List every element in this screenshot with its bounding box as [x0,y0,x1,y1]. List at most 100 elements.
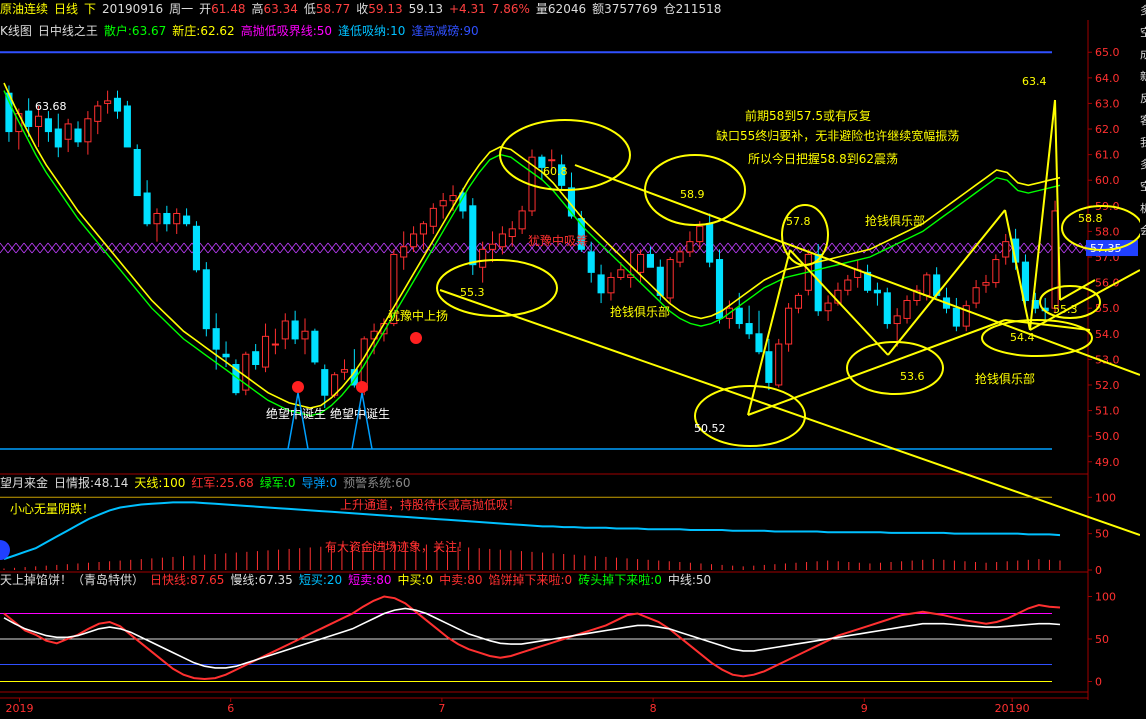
trend-arrow-line [747,249,791,416]
candle-body [74,128,82,143]
annotation-ellipse [694,385,806,447]
chart-note: 抢钱俱乐部 [865,213,925,228]
price-tick-label: 58.0 [1095,225,1120,238]
sub1-tick-label: 100 [1095,491,1116,504]
chart-note: 所以今日把握58.8到62震荡 [748,151,898,166]
candle-body [311,330,319,363]
chart-canvas[interactable]: 49.050.051.052.053.054.055.056.057.058.0… [0,0,1140,719]
side-char: 多 [1140,4,1146,17]
sub2-fast-line [3,595,1061,681]
time-axis-label: 8 [650,702,657,715]
candle-body [271,343,279,346]
side-char: 空 [1140,26,1146,39]
candle-body [794,294,803,309]
candle-body [775,343,783,386]
annotation-ellipse [846,341,944,395]
price-annotation: 58.8 [1078,212,1103,225]
price-annotation: 53.6 [900,370,925,383]
candle-body [666,259,674,299]
sub1-message: 小心无量阴跌！ [10,501,94,516]
candle-body [824,302,832,312]
sub1-tick-label: 50 [1095,528,1109,541]
price-tick-label: 52.0 [1095,379,1120,392]
candle-body [637,253,645,273]
price-tick-label: 60.0 [1095,174,1120,187]
sub1-message: 有大资金进场迹象，关注！ [325,539,469,554]
candle-body [735,307,743,325]
candle-body [429,207,437,227]
signal-dot [410,332,422,344]
candle-body [419,223,427,235]
candle-body [518,210,526,230]
price-tick-label: 54.0 [1095,328,1120,341]
candle-body [548,159,556,162]
candle-body [1002,241,1010,258]
candle-body [340,369,349,373]
price-annotation: 63.68 [35,100,67,113]
candle-body [844,279,852,291]
price-tick-label: 65.0 [1095,46,1120,59]
candle-body [873,289,881,294]
candle-body [696,225,704,243]
candle-body [508,228,516,238]
sub2-tick-label: 0 [1095,676,1102,689]
price-tick-label: 49.0 [1095,456,1120,469]
price-annotation: 63.4 [1022,75,1047,88]
candle-body [715,259,724,319]
candle-body [94,105,102,122]
candle-body [587,251,595,273]
chart-note: 犹豫中吸筹 [528,233,588,248]
candle-body [212,328,220,350]
candle-body [893,315,901,325]
candle-body [607,276,615,294]
candle-body [222,353,230,358]
time-axis-label: 2019 [5,702,33,715]
sub1-message: 上升通道，持股待长或高抛低吸！ [340,497,520,512]
candle-body [706,223,714,263]
candle-body [952,307,960,327]
side-char: 客 [1140,114,1146,127]
sub2-slow-line [3,607,1061,669]
candle-body [469,205,477,266]
price-annotation: 54.4 [1010,331,1035,344]
side-char: 机 [1140,202,1146,215]
chart-note: 犹豫中上扬 [388,308,448,323]
side-char: 空 [1140,180,1146,193]
candle-body [163,212,171,225]
time-axis-label: 7 [438,702,445,715]
chart-note: 缺口55终归要补，无非避险也许继续宽幅振荡 [716,128,959,143]
annotation-ellipse [436,259,558,317]
candle-body [291,320,299,340]
price-annotation: 55.3 [1053,303,1078,316]
candle-body [972,287,980,304]
candle-body [617,269,625,278]
side-char: 多 [1140,158,1146,171]
candle-body [153,212,161,225]
candle-body [755,333,763,353]
price-tick-label: 63.0 [1095,97,1120,110]
side-info-strip: 多空成新反客我多空机会 [1140,0,1146,719]
candle-body [202,269,210,330]
chart-note: 抢钱俱乐部 [975,371,1035,386]
candle-body [597,274,605,294]
price-annotation: 50.52 [694,422,726,435]
candle-body [252,351,260,366]
candle-body [123,105,131,148]
side-char: 成 [1140,48,1146,61]
side-char: 会 [1140,224,1146,237]
candle-body [321,369,329,396]
candle-body [479,248,487,268]
side-char: 我 [1140,136,1146,149]
price-annotation: 57.8 [786,215,811,228]
candle-body [646,253,654,268]
candle-body [883,292,891,325]
price-annotation: 60.8 [543,165,568,178]
sub2-tick-label: 50 [1095,633,1109,646]
candle-body [173,212,181,225]
time-axis-label: 9 [861,702,868,715]
price-tick-label: 64.0 [1095,72,1120,85]
side-char: 新 [1140,70,1146,83]
trend-arrow-line [1029,269,1140,331]
signal-dot [356,381,368,393]
price-tick-label: 50.0 [1095,430,1120,443]
